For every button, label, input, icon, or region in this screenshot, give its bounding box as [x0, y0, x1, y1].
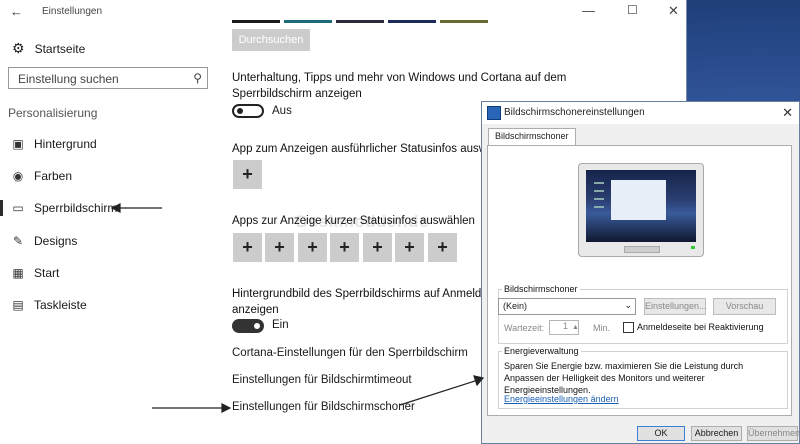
sidebar-item-label: Sperrbildschirm	[34, 201, 118, 215]
screensaver-select-value: (Kein)	[503, 301, 528, 311]
search-icon[interactable]: ⚲	[193, 71, 202, 85]
screensaver-group-label: Bildschirmschoner	[502, 284, 580, 294]
add-quick-app-button[interactable]: +	[363, 233, 392, 262]
nav-home-label: Startseite	[34, 41, 86, 56]
quick-status-text: Apps zur Anzeige kurzer Statusinfos ausw…	[232, 215, 475, 227]
back-arrow-icon[interactable]: ←	[10, 4, 23, 19]
minimize-icon[interactable]: —	[582, 3, 595, 18]
add-quick-app-button[interactable]: +	[265, 233, 294, 262]
dialog-close-icon[interactable]: ✕	[782, 105, 793, 121]
power-led	[691, 246, 695, 249]
screensaver-dialog: Bildschirmschonereinstellungen ✕ Bildsch…	[481, 101, 800, 444]
browse-button[interactable]: Durchsuchen	[232, 29, 310, 51]
search-input[interactable]	[16, 69, 190, 89]
add-quick-app-button[interactable]: +	[233, 233, 262, 262]
signin-toggle-label: Ein	[272, 319, 289, 331]
cancel-button[interactable]: Abbrechen	[691, 426, 742, 441]
energy-group-label: Energieverwaltung	[502, 346, 581, 356]
sidebar-item-designs[interactable]: ✎ Designs	[0, 227, 215, 255]
close-icon[interactable]: ✕	[668, 3, 679, 19]
sidebar-item-farben[interactable]: ◉ Farben	[0, 162, 215, 190]
add-detailed-app-button[interactable]: +	[233, 160, 262, 189]
background-thumbnails	[232, 20, 488, 23]
sidebar-item-label: Hintergrund	[34, 137, 97, 151]
image-icon: ▣	[12, 137, 24, 151]
add-quick-app-button[interactable]: +	[298, 233, 327, 262]
sidebar-item-label: Start	[34, 266, 60, 280]
preview-window	[611, 180, 666, 220]
window-title: Einstellungen	[42, 6, 103, 17]
dialog-title-bar: Bildschirmschonereinstellungen ✕	[482, 102, 799, 124]
resume-checkbox-label: Anmeldeseite bei Reaktivierung	[637, 322, 764, 332]
screensaver-icon	[487, 106, 501, 120]
wait-label: Wartezeit:	[504, 323, 545, 333]
sidebar-item-start[interactable]: ▦ Start	[0, 259, 215, 287]
search-box[interactable]: ⚲	[8, 67, 208, 89]
wait-value: 1	[562, 321, 568, 331]
start-icon: ▦	[12, 266, 24, 280]
ok-button[interactable]: OK	[637, 426, 685, 441]
apply-button[interactable]: Übernehmen	[747, 426, 800, 441]
add-quick-app-button[interactable]: +	[428, 233, 457, 262]
gear-icon: ⚙	[12, 40, 25, 56]
tips-text-line: Unterhaltung, Tipps und mehr von Windows…	[232, 72, 567, 84]
tips-text: Unterhaltung, Tipps und mehr von Windows…	[232, 70, 566, 102]
tips-toggle-label: Aus	[272, 105, 292, 117]
signin-background-line: Hintergrundbild des Sperrbildschirms auf…	[232, 288, 512, 300]
signin-background-text: Hintergrundbild des Sperrbildschirms auf…	[232, 286, 511, 318]
preview-button[interactable]: Vorschau	[713, 298, 776, 315]
sidebar-item-label: Taskleiste	[34, 298, 87, 312]
screensaver-settings-button[interactable]: Einstellungen...	[644, 298, 707, 315]
add-quick-app-button[interactable]: +	[395, 233, 424, 262]
minutes-label: Min.	[593, 323, 611, 333]
add-quick-app-button[interactable]: +	[330, 233, 359, 262]
brush-icon: ✎	[12, 234, 24, 248]
energy-description: Sparen Sie Energie bzw. maximieren Sie d…	[504, 361, 744, 395]
dialog-title: Bildschirmschonereinstellungen	[504, 107, 645, 118]
screensaver-select[interactable]: (Kein) ⌄	[498, 298, 636, 315]
resume-checkbox[interactable]	[623, 322, 634, 333]
sidebar-item-hintergrund[interactable]: ▣ Hintergrund	[0, 130, 215, 158]
detailed-status-text: App zum Anzeigen ausführlicher Statusinf…	[232, 143, 516, 155]
cortana-settings-link[interactable]: Cortana-Einstellungen für den Sperrbilds…	[232, 347, 468, 359]
sidebar-item-sperrbildschirm[interactable]: ▭ Sperrbildschirm	[0, 194, 215, 222]
screensaver-settings-link[interactable]: Einstellungen für Bildschirmschoner	[232, 401, 415, 413]
signin-background-line: anzeigen	[232, 304, 279, 316]
lock-screen-icon: ▭	[12, 201, 24, 215]
monitor-preview	[578, 163, 704, 257]
tips-text-line: Sperrbildschirm anzeigen	[232, 88, 362, 100]
energy-settings-link[interactable]: Energieeinstellungen ändern	[504, 394, 619, 404]
sidebar-item-taskleiste[interactable]: ▤ Taskleiste	[0, 291, 215, 319]
section-heading: Personalisierung	[8, 106, 98, 120]
sidebar-item-label: Farben	[34, 169, 73, 183]
taskbar-icon: ▤	[12, 298, 24, 312]
nav-home[interactable]: ⚙ Startseite	[12, 40, 85, 57]
signin-background-toggle[interactable]	[232, 319, 264, 333]
chevron-down-icon: ⌄	[624, 300, 632, 310]
preview-screen	[586, 170, 696, 242]
screen-timeout-link[interactable]: Einstellungen für Bildschirmtimeout	[232, 374, 412, 386]
monitor-stand	[624, 246, 660, 253]
tips-toggle[interactable]	[232, 104, 264, 118]
maximize-icon[interactable]: ☐	[627, 3, 638, 17]
stepper-arrows-icon[interactable]: ▲	[572, 324, 579, 331]
sidebar-item-label: Designs	[34, 234, 78, 248]
palette-icon: ◉	[12, 169, 24, 183]
